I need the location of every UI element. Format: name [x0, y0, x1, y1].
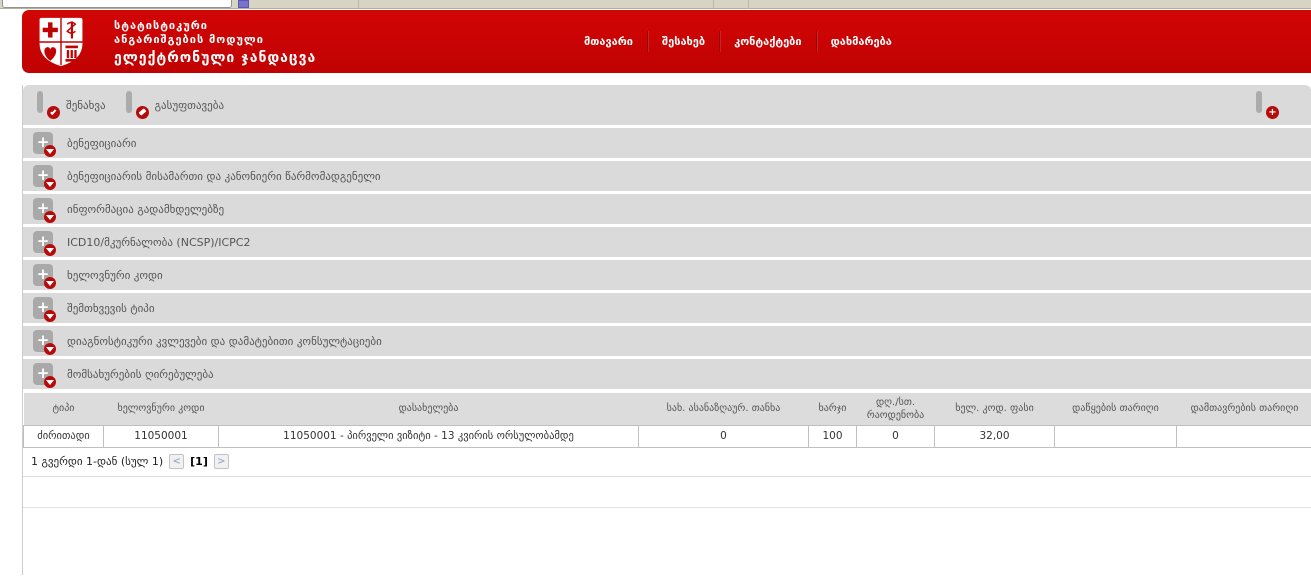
expand-plus-icon [33, 132, 56, 157]
chevron-down-badge-icon [44, 343, 56, 355]
accordion-section-artificial-code[interactable]: ხელოვნური კოდი [23, 260, 1311, 290]
col-header-code-price: ხელ. კოდ. ფასი [934, 393, 1055, 425]
cell-day-hour-quantity: 0 [856, 424, 935, 448]
expand-plus-icon [33, 330, 56, 355]
add-record-button[interactable]: + [1256, 90, 1279, 119]
accordion-section-service-cost[interactable]: მომსახურების ღირებულება [23, 359, 1311, 389]
app-title-line2: ანგარიშგების მოდული [114, 33, 264, 46]
col-header-state-reimbursable-amount: სახ. ასანაზღაურ. თანხა [638, 393, 809, 425]
app-header: სტატისტიკური ანგარიშგების მოდული ელექტრო… [22, 10, 1311, 73]
browser-tab-icon [238, 0, 249, 8]
accordion-section-payers-info[interactable]: ინფორმაცია გადამხდელებზე [23, 194, 1311, 224]
accordion-label: ბენეფიციარის მისამართი და კანონიერი წარმ… [67, 169, 381, 183]
col-header-end-date: დამთავრების თარიღი [1176, 393, 1311, 425]
toolbar-divider [748, 0, 749, 9]
health-ministry-shield-logo [39, 17, 83, 67]
table-header-row: ტიპი ხელოვნური კოდი დასახელება სახ. ასან… [23, 393, 1311, 425]
app-title-line1: სტატისტიკური [114, 19, 208, 32]
expand-plus-icon [33, 264, 56, 289]
check-badge-icon [47, 105, 60, 119]
cell-expense: 100 [808, 424, 857, 448]
chevron-down-badge-icon [44, 145, 56, 157]
col-header-start-date: დაწყების თარიღი [1054, 393, 1177, 425]
save-document-icon [37, 90, 60, 119]
accordion-section-beneficiary[interactable]: ბენეფიციარი [23, 128, 1311, 158]
add-document-icon: + [1256, 90, 1279, 119]
chevron-down-badge-icon [44, 244, 56, 256]
cell-start-date [1054, 424, 1177, 448]
nav-item-home[interactable]: მთავარი [570, 31, 647, 52]
nav-item-help[interactable]: დახმარება [815, 31, 906, 52]
browser-toolbar-strip [0, 0, 1311, 9]
chevron-down-badge-icon [44, 277, 56, 289]
cell-code-price: 32,00 [934, 424, 1055, 448]
accordion-label: დიაგნოსტიკური კვლევები და დამატებითი კონ… [67, 334, 382, 348]
chevron-down-badge-icon [44, 211, 56, 223]
accordion-label: ინფორმაცია გადამხდელებზე [67, 202, 225, 216]
accordion-label: ICD10/მკურნალობა (NCSP)/ICPC2 [67, 235, 251, 249]
expand-plus-icon [33, 363, 56, 388]
cell-name: 11050001 - პირველი ვიზიტი - 13 კვირის ორ… [218, 424, 639, 448]
accordion-label: ბენეფიციარი [67, 136, 137, 150]
accordion-section-address-representative[interactable]: ბენეფიციარის მისამართი და კანონიერი წარმ… [23, 161, 1311, 191]
expand-plus-icon [33, 165, 56, 190]
services-table: ტიპი ხელოვნური კოდი დასახელება სახ. ასან… [23, 393, 1311, 448]
save-button[interactable]: შენახვა [37, 90, 106, 119]
current-page-indicator: [1] [190, 454, 208, 468]
accordion-section-case-type[interactable]: შემთხვევის ტიპი [23, 293, 1311, 323]
cell-state-reimbursable-amount: 0 [638, 424, 809, 448]
form-toolbar: შენახვა გასუფთავება + [23, 85, 1311, 125]
content-area: შენახვა გასუფთავება + ბენეფიციარი [22, 85, 1311, 575]
address-bar-input[interactable] [2, 0, 232, 8]
app-title-line3: ელექტრონული ჯანდაცვა [114, 50, 317, 66]
col-header-name: დასახელება [218, 393, 639, 425]
cell-type: ძირითადი [23, 424, 104, 448]
col-header-type: ტიპი [23, 393, 104, 425]
pagination-summary: 1 გვერდი 1-დან (სულ 1) [31, 454, 164, 468]
accordion-section-icd10[interactable]: ICD10/მკურნალობა (NCSP)/ICPC2 [23, 227, 1311, 257]
clear-document-icon [125, 90, 149, 119]
main-nav: მთავარი შესახებ კონტაქტები დახმარება [570, 10, 906, 73]
nav-item-contacts[interactable]: კონტაქტები [719, 31, 815, 52]
table-row[interactable]: ძირითადი 11050001 11050001 - პირველი ვიზ… [23, 424, 1311, 448]
divider [23, 506, 1311, 508]
plus-badge-icon: + [1266, 105, 1279, 119]
accordion-section-diagnostic-studies[interactable]: დიაგნოსტიკური კვლევები და დამატებითი კონ… [23, 326, 1311, 356]
nav-item-about[interactable]: შესახებ [647, 31, 719, 52]
expand-plus-icon [33, 297, 56, 322]
accordion-label: შემთხვევის ტიპი [67, 301, 155, 315]
toolbar-divider [713, 0, 714, 9]
accordion-label: მომსახურების ღირებულება [67, 367, 214, 381]
chevron-down-badge-icon [44, 310, 56, 322]
chevron-down-badge-icon [44, 376, 56, 388]
chevron-down-badge-icon [44, 178, 56, 190]
cell-artificial-code: 11050001 [103, 424, 219, 448]
prev-page-button[interactable]: < [169, 453, 185, 469]
clear-button-label: გასუფთავება [154, 98, 225, 112]
app-title: სტატისტიკური ანგარიშგების მოდული ელექტრო… [114, 19, 316, 67]
col-header-expense: ხარჯი [808, 393, 857, 425]
expand-plus-icon [33, 198, 56, 223]
save-button-label: შენახვა [66, 98, 106, 112]
next-page-button[interactable]: > [213, 453, 229, 469]
pagination-bar: 1 გვერდი 1-დან (სულ 1) < [1] > [23, 448, 1311, 477]
expand-plus-icon [33, 231, 56, 256]
accordion-label: ხელოვნური კოდი [67, 268, 163, 282]
cell-end-date [1176, 424, 1311, 448]
eraser-badge-icon [135, 105, 149, 119]
clear-button[interactable]: გასუფთავება [125, 90, 225, 119]
col-header-day-hour-quantity: დღ./სთ. რაოდენობა [856, 393, 935, 425]
col-header-artificial-code: ხელოვნური კოდი [103, 393, 219, 425]
toolbar-divider [358, 0, 359, 9]
